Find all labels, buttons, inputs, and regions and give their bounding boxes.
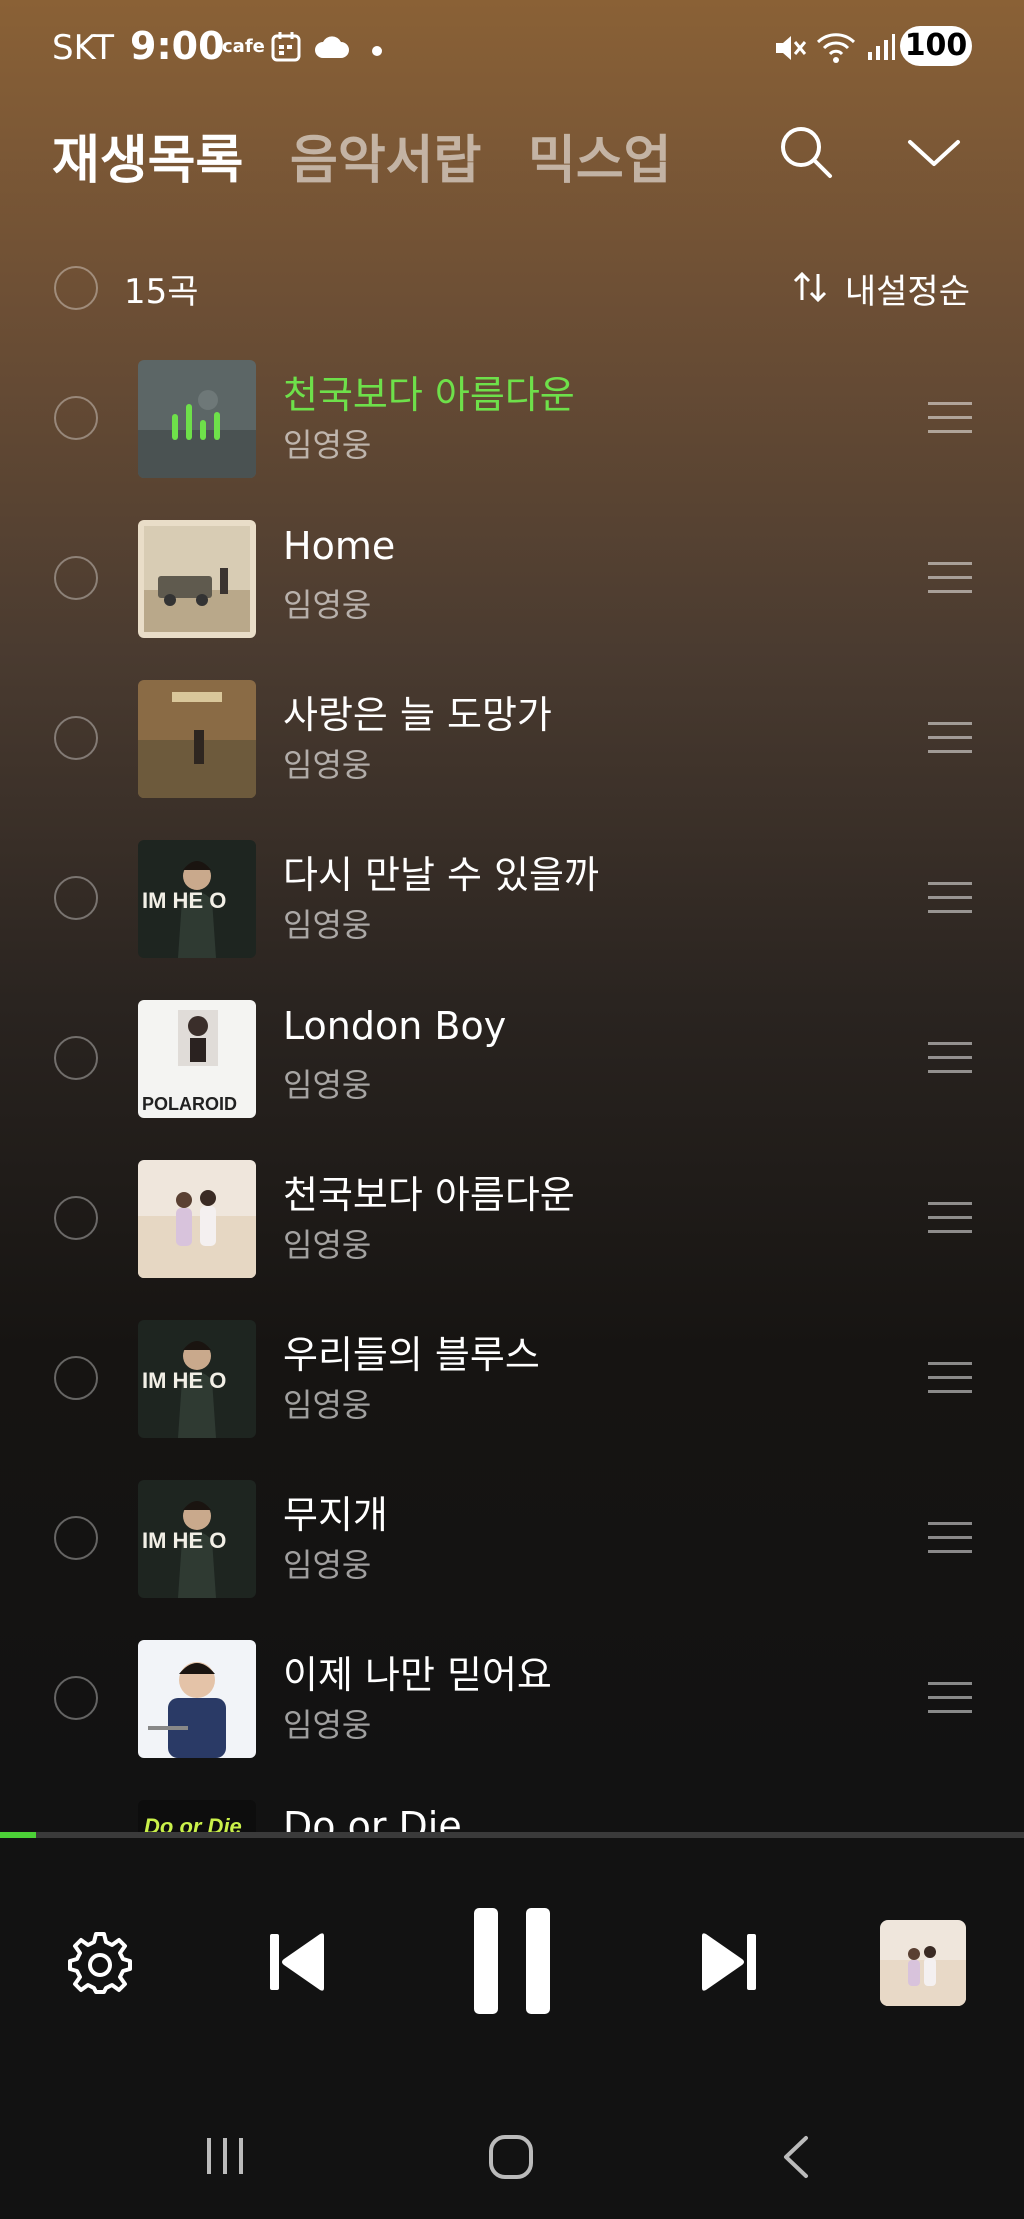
track-title: 사랑은 늘 도망가 bbox=[283, 693, 552, 737]
track-title: 무지개 bbox=[283, 1493, 388, 1537]
track-artist: 임영웅 bbox=[283, 1706, 372, 1744]
track-row[interactable]: IM HE O 우리들의 블루스임영웅 bbox=[0, 1300, 1024, 1460]
drag-handle-icon[interactable] bbox=[928, 722, 972, 764]
track-title: 이제 나만 믿어요 bbox=[283, 1653, 552, 1697]
track-select-checkbox[interactable] bbox=[54, 1036, 98, 1080]
track-title: Home bbox=[283, 524, 396, 568]
search-icon[interactable] bbox=[778, 124, 834, 184]
track-row[interactable]: 사랑은 늘 도망가임영웅 bbox=[0, 660, 1024, 820]
track-title: 천국보다 아름다운 bbox=[283, 373, 575, 417]
now-playing-equalizer-icon bbox=[170, 402, 224, 446]
drag-handle-icon[interactable] bbox=[928, 1522, 972, 1564]
track-title: 천국보다 아름다운 bbox=[283, 1173, 575, 1217]
back-icon[interactable] bbox=[780, 2134, 812, 2184]
carrier-label: SKT bbox=[52, 28, 115, 68]
track-artist: 임영웅 bbox=[283, 746, 372, 784]
recent-apps-icon[interactable] bbox=[204, 2134, 246, 2182]
track-title: 우리들의 블루스 bbox=[283, 1333, 540, 1377]
track-row[interactable]: IM HE O 다시 만날 수 있을까임영웅 bbox=[0, 820, 1024, 980]
drag-handle-icon[interactable] bbox=[928, 1682, 972, 1724]
drag-handle-icon[interactable] bbox=[928, 1202, 972, 1244]
track-row[interactable]: Do or DieDo or Die임영웅 bbox=[0, 1780, 1024, 1832]
album-art bbox=[138, 360, 256, 478]
track-artist: 임영웅 bbox=[283, 426, 372, 464]
album-art: IM HE O bbox=[138, 1480, 256, 1598]
wifi-icon bbox=[815, 30, 857, 68]
track-select-checkbox[interactable] bbox=[54, 1676, 98, 1720]
track-artist: 임영웅 bbox=[283, 1546, 372, 1584]
track-count: 15곡 bbox=[124, 272, 199, 312]
status-bar: SKT 9:00 cafe 100 bbox=[0, 0, 1024, 96]
track-row[interactable]: 이제 나만 믿어요임영웅 bbox=[0, 1620, 1024, 1780]
calendar-icon bbox=[270, 30, 304, 68]
track-artist: 임영웅 bbox=[283, 906, 372, 944]
art-title-text: IM HE O bbox=[142, 1528, 226, 1553]
track-row[interactable]: IM HE O 무지개임영웅 bbox=[0, 1460, 1024, 1620]
album-art bbox=[138, 680, 256, 798]
battery-indicator: 100 bbox=[900, 26, 972, 66]
gear-icon[interactable] bbox=[68, 1930, 132, 1998]
album-art: IM HE O bbox=[138, 840, 256, 958]
track-select-checkbox[interactable] bbox=[54, 1516, 98, 1560]
track-artist: 임영웅 bbox=[283, 1386, 372, 1424]
art-title-text: IM HE O bbox=[142, 1368, 226, 1393]
art-title-text: POLAROID bbox=[142, 1094, 237, 1114]
track-artist: 임영웅 bbox=[283, 1066, 372, 1104]
notification-dot-icon bbox=[371, 42, 383, 61]
track-artist: 임영웅 bbox=[283, 1226, 372, 1264]
drag-handle-icon[interactable] bbox=[928, 1362, 972, 1404]
skip-previous-icon[interactable] bbox=[268, 1930, 328, 1998]
album-art bbox=[138, 1640, 256, 1758]
album-art bbox=[138, 1160, 256, 1278]
select-all-checkbox[interactable] bbox=[54, 266, 98, 310]
chevron-down-icon[interactable] bbox=[906, 136, 962, 174]
player-controls bbox=[0, 1838, 1024, 2098]
track-row[interactable]: POLAROID London Boy 임영웅 bbox=[0, 980, 1024, 1140]
sort-icon[interactable] bbox=[792, 270, 828, 308]
track-select-checkbox[interactable] bbox=[54, 716, 98, 760]
drag-handle-icon[interactable] bbox=[928, 402, 972, 444]
drag-handle-icon[interactable] bbox=[928, 1042, 972, 1084]
mute-icon bbox=[773, 32, 807, 68]
drag-handle-icon[interactable] bbox=[928, 562, 972, 604]
track-title: 다시 만날 수 있을까 bbox=[283, 853, 599, 897]
track-select-checkbox[interactable] bbox=[54, 1196, 98, 1240]
drag-handle-icon[interactable] bbox=[928, 882, 972, 924]
track-row[interactable]: 천국보다 아름다운임영웅 bbox=[0, 340, 1024, 500]
pause-icon[interactable] bbox=[472, 1906, 552, 2020]
cloud-icon bbox=[314, 34, 350, 64]
tab-music-drawer[interactable]: 음악서랍 bbox=[290, 118, 481, 193]
track-title: Do or Die bbox=[283, 1804, 462, 1832]
cafe-notification-label: cafe bbox=[222, 36, 265, 57]
track-select-checkbox[interactable] bbox=[54, 876, 98, 920]
track-row[interactable]: 천국보다 아름다운임영웅 bbox=[0, 1140, 1024, 1300]
clock: 9:00 bbox=[130, 24, 225, 68]
track-select-checkbox[interactable] bbox=[54, 1356, 98, 1400]
home-icon[interactable] bbox=[488, 2134, 534, 2184]
tab-mixup[interactable]: 믹스업 bbox=[528, 118, 672, 193]
tab-playlist[interactable]: 재생목록 bbox=[52, 118, 243, 193]
album-art: IM HE O bbox=[138, 1320, 256, 1438]
sort-button[interactable]: 내설정순 bbox=[845, 264, 970, 313]
album-art bbox=[138, 520, 256, 638]
signal-icon bbox=[866, 32, 896, 66]
track-list: 천국보다 아름다운 임영웅 Home 임영웅 사랑은 늘 도망가 임영웅 IM HE O 다시… bbox=[0, 340, 1024, 1832]
now-playing-album-art[interactable] bbox=[880, 1920, 966, 2006]
album-art: Do or Die bbox=[138, 1800, 256, 1832]
track-artist: 임영웅 bbox=[283, 586, 372, 624]
album-art: POLAROID bbox=[138, 1000, 256, 1118]
track-select-checkbox[interactable] bbox=[54, 556, 98, 600]
track-row[interactable]: Home 임영웅 bbox=[0, 500, 1024, 660]
system-navigation-bar bbox=[0, 2098, 1024, 2219]
skip-next-icon[interactable] bbox=[698, 1930, 758, 1998]
track-select-checkbox[interactable] bbox=[54, 396, 98, 440]
art-title-text: Do or Die bbox=[144, 1814, 242, 1832]
playlist-summary: 15곡 내설정순 bbox=[0, 262, 1024, 314]
track-title: London Boy bbox=[283, 1004, 507, 1048]
art-title-text: IM HE O bbox=[142, 888, 226, 913]
